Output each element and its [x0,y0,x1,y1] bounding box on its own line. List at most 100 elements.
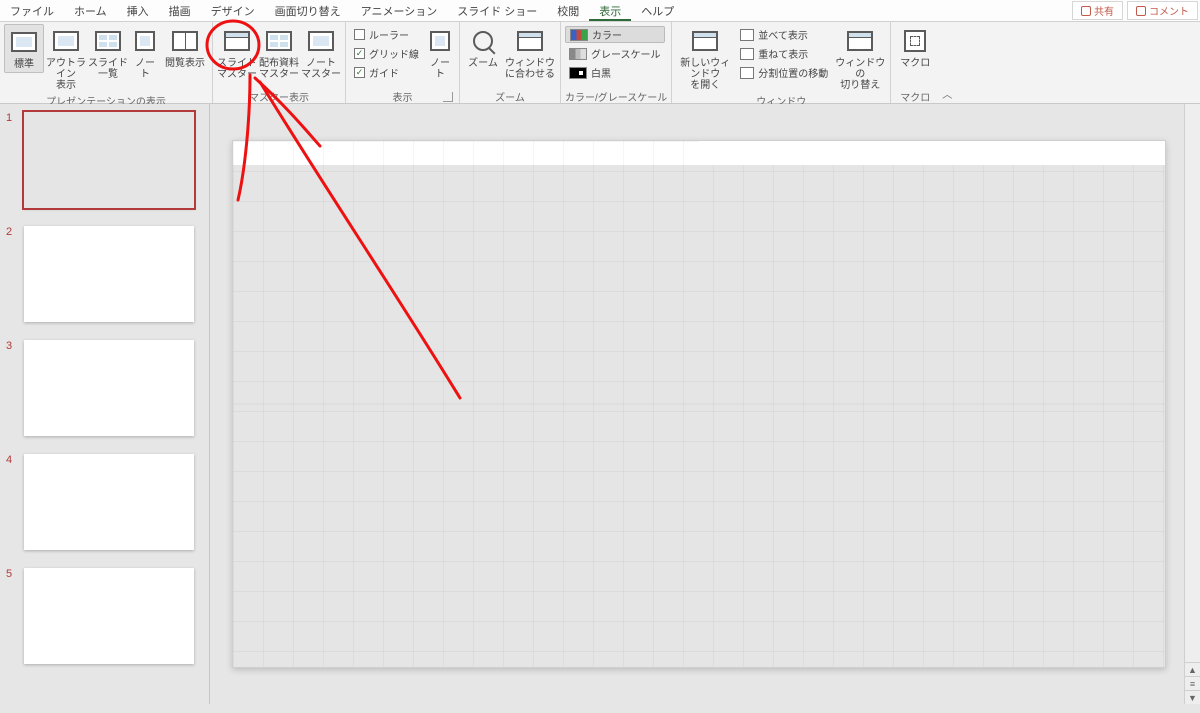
new-window-icon [692,31,718,51]
slide-master-button[interactable]: スライド マスター [217,24,257,82]
macros-icon [904,30,926,52]
fit-window-icon [517,31,543,51]
group-label-show: 表示 [350,89,455,103]
notes-page-icon [135,31,155,51]
macros-button[interactable]: マクロ [895,24,935,71]
slide-thumbnail[interactable] [24,454,194,550]
collapse-ribbon-icon[interactable]: ︿ [942,86,952,101]
guides-checkbox[interactable]: ガイド [350,64,423,81]
group-label-zoom: ズーム [464,89,556,103]
move-split-icon [740,67,754,79]
slide-thumb-4[interactable]: 4 [6,454,203,550]
color-swatch-icon [570,29,588,41]
slide-thumb-3[interactable]: 3 [6,340,203,436]
notes-master-button[interactable]: ノート マスター [301,24,341,82]
group-show: ルーラー グリッド線 ガイド ノー ト 表示 [346,22,460,103]
slide-thumb-5[interactable]: 5 [6,568,203,664]
new-window-label: 新しいウィンドウ を開く [676,58,734,91]
share-button[interactable]: 共有 [1072,1,1123,20]
outline-view-button[interactable]: アウトライン 表示 [46,24,86,93]
slide-number: 2 [6,226,18,238]
color-mode-grayscale[interactable]: グレースケール [565,45,665,62]
comments-button[interactable]: コメント [1127,1,1198,20]
group-label-macros: マクロ [895,89,935,103]
scroll-next-slide[interactable]: ▼ [1185,690,1200,704]
scroll-reset[interactable]: ≡ [1185,676,1200,690]
slide-master-icon [224,31,250,51]
gridlines-label: グリッド線 [369,46,419,61]
color-mode-bw[interactable]: 白黒 [565,64,665,81]
zoom-label: ズーム [468,58,498,69]
work-area: 1 2 3 4 5 ▲ ≡ ▼ [0,104,1200,704]
slide-thumbnail[interactable] [24,568,194,664]
arrange-all-button[interactable]: 並べて表示 [736,26,832,43]
switch-windows-label: ウィンドウの 切り替え [834,58,886,91]
color-mode-grayscale-label: グレースケール [591,46,661,61]
arrange-all-label: 並べて表示 [758,27,808,42]
tab-design[interactable]: デザイン [201,0,265,21]
tab-file[interactable]: ファイル [0,0,64,21]
ribbon: 標準 アウトライン 表示 スライド 一覧 ノー ト 閲覧表示 プレゼンテーション… [0,22,1200,104]
notes-toggle-label: ノー ト [430,58,450,80]
slide-number: 5 [6,568,18,580]
slide-master-label: スライド マスター [217,58,257,80]
notes-page-button[interactable]: ノー ト [130,24,160,82]
tab-review[interactable]: 校閲 [547,0,589,21]
slide-thumbnail-pane[interactable]: 1 2 3 4 5 [0,104,210,704]
comments-label: コメント [1149,3,1189,18]
new-window-button[interactable]: 新しいウィンドウ を開く [676,24,734,93]
reading-view-label: 閲覧表示 [165,58,205,69]
slide-number: 4 [6,454,18,466]
move-split-label: 分割位置の移動 [758,65,828,80]
share-icon [1081,6,1091,16]
slide-thumbnail[interactable] [24,226,194,322]
show-dialog-launcher[interactable] [443,92,453,102]
slide-sorter-label: スライド 一覧 [88,58,128,80]
gridlines-check-icon [354,48,365,59]
tab-home[interactable]: ホーム [64,0,117,21]
tab-insert[interactable]: 挿入 [117,0,159,21]
switch-windows-button[interactable]: ウィンドウの 切り替え [834,24,886,93]
slide-thumbnail[interactable] [24,112,194,208]
slide-thumbnail[interactable] [24,340,194,436]
slide-thumb-2[interactable]: 2 [6,226,203,322]
vertical-scrollbar[interactable]: ▲ ≡ ▼ [1184,104,1200,704]
normal-view-button[interactable]: 標準 [4,24,44,73]
slide-canvas[interactable] [232,140,1166,668]
cascade-icon [740,48,754,60]
slide-sorter-button[interactable]: スライド 一覧 [88,24,128,82]
reading-view-button[interactable]: 閲覧表示 [162,24,208,71]
notes-master-label: ノート マスター [301,58,341,80]
comment-icon [1136,6,1146,16]
notes-toggle-button[interactable]: ノー ト [425,24,455,82]
cascade-label: 重ねて表示 [758,46,808,61]
tab-transitions[interactable]: 画面切り替え [265,0,351,21]
handout-master-button[interactable]: 配布資料 マスター [259,24,299,82]
gridlines-checkbox[interactable]: グリッド線 [350,45,423,62]
slide-sorter-icon [95,31,121,51]
fit-window-button[interactable]: ウィンドウ に合わせる [504,24,556,82]
outline-view-label: アウトライン 表示 [46,58,86,91]
scroll-prev-slide[interactable]: ▲ [1185,662,1200,676]
handout-master-icon [266,31,292,51]
color-mode-color[interactable]: カラー [565,26,665,43]
ruler-checkbox[interactable]: ルーラー [350,26,423,43]
slide-thumb-1[interactable]: 1 [6,112,203,208]
fit-window-label: ウィンドウ に合わせる [505,58,555,80]
tab-draw[interactable]: 描画 [159,0,201,21]
move-split-button[interactable]: 分割位置の移動 [736,64,832,81]
tab-slideshow[interactable]: スライド ショー [447,0,547,21]
color-mode-bw-label: 白黒 [591,65,611,80]
notes-master-icon [308,31,334,51]
tab-help[interactable]: ヘルプ [631,0,684,21]
zoom-button[interactable]: ズーム [464,24,502,71]
notes-page-label: ノー ト [135,58,155,80]
tab-animations[interactable]: アニメーション [351,0,448,21]
ruler-check-icon [354,29,365,40]
gridlines-overlay [233,141,1165,667]
group-macros: マクロ マクロ [891,22,939,103]
ruler-label: ルーラー [369,27,409,42]
tab-view[interactable]: 表示 [589,0,631,21]
cascade-button[interactable]: 重ねて表示 [736,45,832,62]
group-label-color: カラー/グレースケール [565,89,667,103]
